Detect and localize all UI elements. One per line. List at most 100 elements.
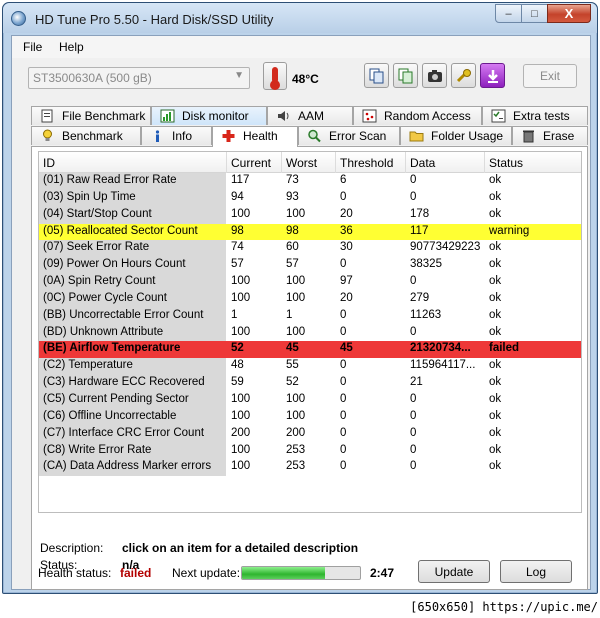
cell-status: ok (489, 241, 502, 254)
tab-random-access[interactable]: Random Access (353, 106, 482, 125)
table-row[interactable]: (C8) Write Error Rate 100 253 0 0 ok (39, 442, 581, 460)
column-header-worst[interactable]: Worst (286, 156, 317, 170)
cell-status: ok (489, 174, 502, 186)
cell-current: 59 (231, 376, 244, 389)
tab-aam[interactable]: AAM (267, 106, 353, 125)
cell-current: 117 (231, 174, 250, 186)
close-button[interactable]: X (547, 4, 591, 23)
tab-disk-monitor[interactable]: Disk monitor (151, 106, 267, 125)
thermometer-icon (263, 62, 287, 90)
column-header-threshold[interactable]: Threshold (340, 156, 393, 170)
table-row[interactable]: (C2) Temperature 48 55 0 115964117... ok (39, 358, 581, 376)
tab-info[interactable]: Info (141, 126, 212, 145)
table-row[interactable]: (04) Start/Stop Count 100 100 20 178 ok (39, 206, 581, 224)
countdown-timer: 2:47 (370, 566, 395, 580)
table-row[interactable]: (C5) Current Pending Sector 100 100 0 0 ok (39, 391, 581, 409)
column-header-id[interactable]: ID (43, 156, 55, 170)
status-bar: Health status: failed Next update: 2:47 … (26, 560, 586, 586)
cell-status: ok (489, 308, 502, 321)
table-row[interactable]: (01) Raw Read Error Rate 117 73 6 0 ok (39, 173, 581, 190)
cell-worst: 57 (286, 258, 299, 271)
cell-data: 0 (410, 275, 417, 288)
cell-worst: 55 (286, 359, 299, 372)
folder-icon (409, 131, 424, 142)
table-row[interactable]: (0A) Spin Retry Count 100 100 97 0 ok (39, 274, 581, 291)
menu-help[interactable]: Help (59, 40, 84, 54)
table-row[interactable]: (BB) Uncorrectable Error Count 1 1 0 11263 ok (39, 307, 581, 325)
tab-erase[interactable]: Erase (512, 126, 588, 145)
maximize-button[interactable]: □ (521, 4, 548, 23)
cell-threshold: 6 (340, 174, 347, 186)
screenshot-camera-icon (427, 69, 442, 82)
menu-file[interactable]: File (23, 40, 42, 54)
cell-current: 100 (231, 275, 251, 288)
cell-current: 100 (231, 392, 251, 405)
table-row[interactable]: (05) Reallocated Sector Count 98 98 36 117 wa… (39, 223, 581, 241)
title-bar[interactable]: HD Tune Pro 5.50 - Hard Disk/SSD Utility… (3, 3, 597, 33)
table-row[interactable]: (0C) Power Cycle Count 100 100 20 279 ok (39, 290, 581, 308)
cell-threshold: 0 (340, 258, 347, 271)
cell-id: (04) Start/Stop Count (43, 207, 152, 220)
cell-data: 0 (410, 190, 417, 203)
tab-error-scan[interactable]: Error Scan (298, 126, 400, 145)
cell-current: 100 (231, 443, 251, 456)
tab-folder-usage[interactable]: Folder Usage (400, 126, 512, 145)
cell-data: 0 (410, 409, 417, 422)
table-row[interactable]: (09) Power On Hours Count 57 57 0 38325 ok (39, 257, 581, 275)
cell-id: (BD) Unknown Attribute (43, 325, 164, 338)
cell-threshold: 0 (340, 325, 347, 338)
update-button[interactable]: Update (418, 560, 490, 583)
table-row[interactable]: (BE) Airflow Temperature 52 45 45 21320734..… (39, 341, 581, 359)
column-header-current[interactable]: Current (231, 156, 271, 170)
smart-table[interactable]: ID Current Worst Threshold Data Status (… (38, 151, 582, 513)
cell-current: 100 (231, 291, 251, 304)
options-button[interactable] (451, 63, 476, 88)
cell-threshold: 20 (340, 291, 353, 304)
table-row[interactable]: (BD) Unknown Attribute 100 100 0 0 ok (39, 324, 581, 342)
cell-status: ok (489, 460, 502, 473)
exit-button[interactable]: Exit (523, 64, 577, 88)
menu-bar: File Help (12, 36, 590, 58)
table-row[interactable]: (C7) Interface CRC Error Count 200 200 0 0 ok (39, 425, 581, 443)
copy-button[interactable] (364, 63, 389, 88)
column-header-status[interactable]: Status (489, 156, 523, 170)
description-label: Description: (40, 541, 104, 555)
save-button[interactable] (480, 63, 505, 88)
cell-worst: 100 (286, 207, 306, 220)
cell-id: (0A) Spin Retry Count (43, 275, 156, 288)
cell-id: (C8) Write Error Rate (43, 443, 152, 456)
cell-current: 98 (231, 224, 244, 237)
cell-worst: 93 (286, 190, 299, 203)
cell-data: 38325 (410, 258, 442, 271)
copy-all-button[interactable] (393, 63, 418, 88)
cell-threshold: 0 (340, 460, 347, 473)
cell-threshold: 36 (340, 224, 353, 237)
table-row[interactable]: (C3) Hardware ECC Recovered 59 52 0 21 ok (39, 375, 581, 392)
drive-select[interactable]: ST3500630A (500 gB) ▼ (28, 67, 250, 89)
cell-data: 115964117... (410, 359, 476, 372)
log-button[interactable]: Log (500, 560, 572, 583)
cell-id: (C5) Current Pending Sector (43, 392, 189, 405)
cell-threshold: 0 (340, 392, 347, 405)
cell-worst: 100 (286, 409, 306, 422)
cell-data: 21320734... (410, 342, 471, 355)
table-row[interactable]: (03) Spin Up Time 94 93 0 0 ok (39, 189, 581, 207)
tab-benchmark[interactable]: Benchmark (31, 126, 141, 145)
tab-extra-tests[interactable]: Extra tests (482, 106, 588, 125)
cell-worst: 100 (286, 275, 306, 288)
cell-data: 178 (410, 207, 430, 220)
speaker-icon (278, 111, 289, 121)
table-row[interactable]: (07) Seek Error Rate 74 60 30 90773429223 ok (39, 240, 581, 258)
table-row[interactable]: (C6) Offline Uncorrectable 100 100 0 0 ok (39, 408, 581, 426)
minimize-button[interactable]: – (495, 4, 522, 23)
tab-health[interactable]: Health (212, 126, 298, 147)
table-row[interactable]: (CA) Data Address Marker errors 100 253 0 0 o… (39, 459, 581, 477)
column-header-data[interactable]: Data (410, 156, 435, 170)
tab-file-benchmark[interactable]: File Benchmark (31, 106, 151, 125)
cell-current: 100 (231, 409, 251, 422)
cell-data: 21 (410, 376, 423, 389)
cell-data: 0 (410, 460, 417, 473)
cell-current: 57 (231, 258, 244, 271)
screenshot-button[interactable] (422, 63, 447, 88)
cell-data: 90773429223 (410, 241, 481, 254)
